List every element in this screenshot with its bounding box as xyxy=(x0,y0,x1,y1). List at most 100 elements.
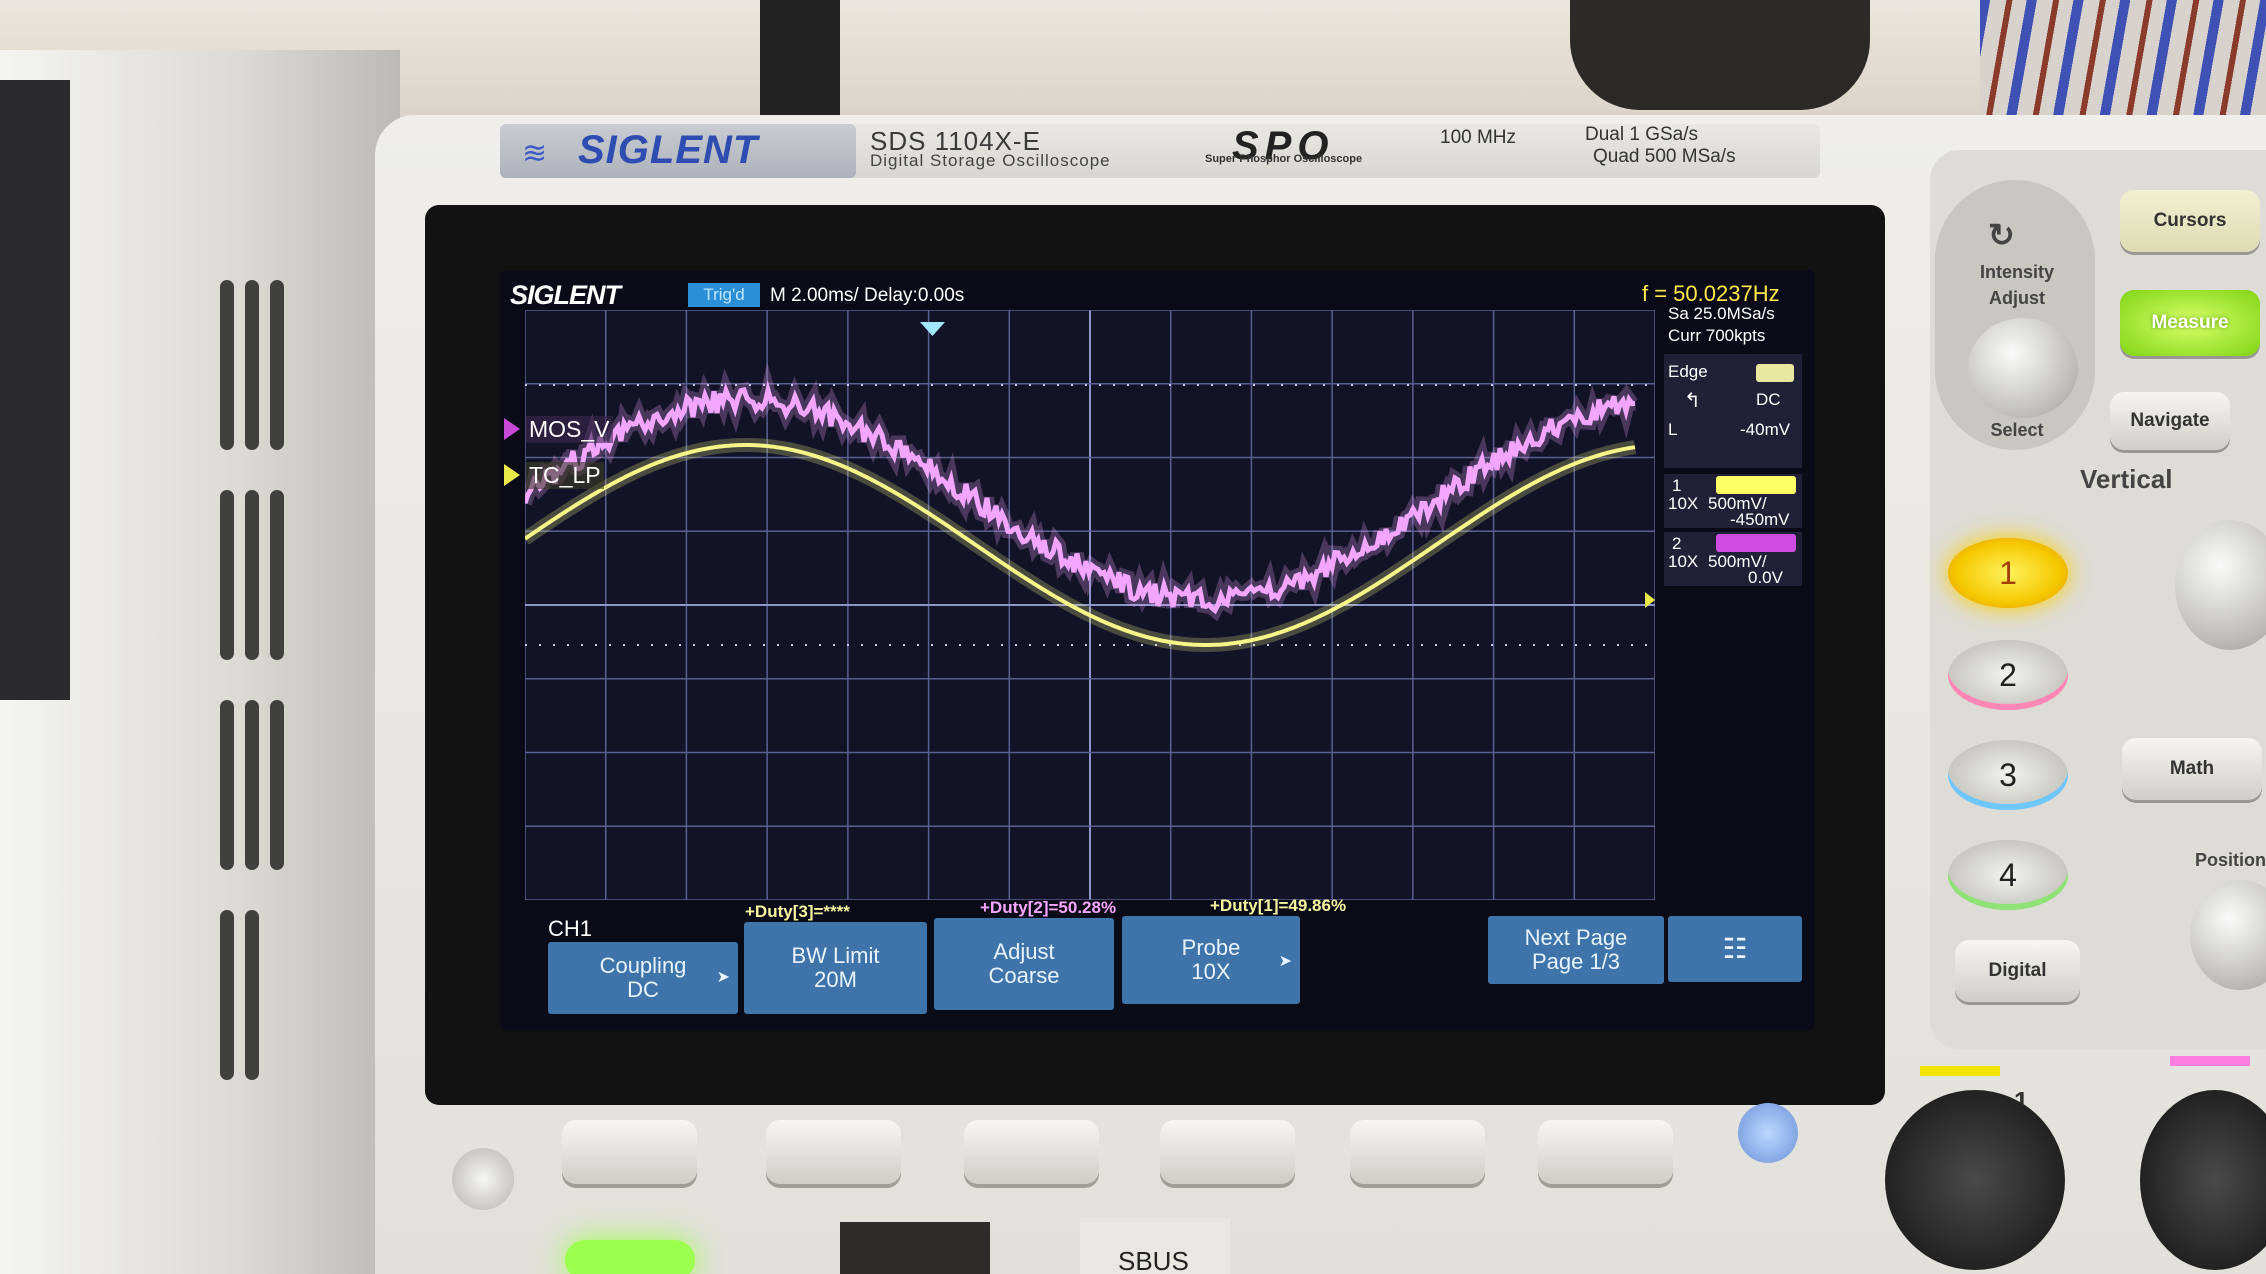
vent-slot xyxy=(220,280,234,450)
duty3-measurement: +Duty[3]=**** xyxy=(745,902,850,922)
rotate-icon: ↻ xyxy=(1988,216,2015,254)
vent-slot xyxy=(220,910,234,1080)
ch1-input-color-bar xyxy=(1920,1066,2000,1076)
measure-button[interactable]: Measure xyxy=(2120,290,2260,356)
memory-depth: Curr 700kpts xyxy=(1668,326,1765,346)
bw-limit-title: BW Limit xyxy=(792,944,880,968)
ch1-bnc-connector[interactable] xyxy=(1885,1090,2065,1270)
power-button[interactable] xyxy=(565,1240,695,1274)
navigate-button[interactable]: Navigate xyxy=(2110,392,2230,450)
bw-limit-menu-button[interactable]: BW Limit 20M xyxy=(744,922,927,1014)
ch1-number: 1 xyxy=(1672,476,1681,496)
sbus-label: SBUS xyxy=(1118,1246,1189,1274)
rear-object xyxy=(1570,0,1870,110)
mos-channel-flag[interactable] xyxy=(504,418,520,440)
ch2-offset: 0.0V xyxy=(1748,568,1783,588)
vent-slot xyxy=(245,700,259,870)
digital-button[interactable]: Digital xyxy=(1955,940,2080,1002)
timebase-readout[interactable]: M 2.00ms/ Delay:0.00s xyxy=(770,285,964,307)
ch2-button[interactable]: 2 xyxy=(1948,640,2068,710)
vent-slot xyxy=(220,490,234,660)
softkey-1[interactable] xyxy=(562,1120,697,1184)
brand-swirl-icon: ≋ xyxy=(522,136,547,171)
ch2-input-color-bar xyxy=(2170,1056,2250,1066)
intensity-knob[interactable] xyxy=(1968,318,2078,418)
duty1-measurement: +Duty[1]=49.86% xyxy=(1210,896,1346,916)
softkey-5[interactable] xyxy=(1350,1120,1485,1184)
trigger-source-swatch xyxy=(1756,364,1794,382)
probe-title: Probe xyxy=(1182,936,1241,960)
waveform-display xyxy=(525,310,1655,900)
softkey-2[interactable] xyxy=(766,1120,901,1184)
next-page-value: Page 1/3 xyxy=(1532,950,1620,974)
trigger-coupling: DC xyxy=(1756,390,1781,410)
ch2-number: 2 xyxy=(1672,534,1681,554)
cables xyxy=(1980,0,2266,120)
trigger-status-badge: Trig'd xyxy=(688,283,760,307)
mos-channel-label[interactable]: MOS_V xyxy=(526,416,613,443)
duty2-measurement: +Duty[2]=50.28% xyxy=(980,898,1116,918)
left-instrument xyxy=(0,50,400,1274)
trigger-info-block[interactable]: Edge ↰ DC L -40mV xyxy=(1664,354,1802,468)
ch2-info-block[interactable]: 2 10X 500mV/ 0.0V xyxy=(1664,532,1802,586)
vent-slot xyxy=(245,280,259,450)
cursors-button[interactable]: Cursors xyxy=(2120,190,2260,252)
adjust-menu-button[interactable]: Adjust Coarse xyxy=(934,918,1114,1010)
softkey-4[interactable] xyxy=(1160,1120,1295,1184)
spec-dual: Dual 1 GSa/s xyxy=(1585,124,1698,146)
scope-screen: SIGLENT Trig'd M 2.00ms/ Delay:0.00s f =… xyxy=(500,270,1815,1030)
spec-quad: Quad 500 MSa/s xyxy=(1593,146,1736,168)
ch2-probe: 10X xyxy=(1668,552,1698,572)
vent-slot xyxy=(245,490,259,660)
photo-stage: ≋ SIGLENT SDS 1104X-E Digital Storage Os… xyxy=(0,0,2266,1274)
menu-channel-label: CH1 xyxy=(548,916,592,942)
softkey-6[interactable] xyxy=(1538,1120,1673,1184)
model-subtitle: Digital Storage Oscilloscope xyxy=(870,151,1111,171)
next-page-title: Next Page xyxy=(1525,926,1628,950)
vent-slot xyxy=(270,700,284,870)
instrument-side xyxy=(0,80,70,700)
position-label: Position xyxy=(2195,850,2266,871)
ch1-info-block[interactable]: 1 10X 500mV/ -450mV xyxy=(1664,474,1802,528)
math-button[interactable]: Math xyxy=(2122,738,2262,800)
brand-logo: SIGLENT xyxy=(578,128,758,173)
probe-menu-button[interactable]: Probe 10X ➤ xyxy=(1122,916,1300,1004)
coupling-title: Coupling xyxy=(600,954,687,978)
ch4-button[interactable]: 4 xyxy=(1948,840,2068,910)
ch1-button[interactable]: 1 xyxy=(1948,538,2068,608)
tc-channel-flag[interactable] xyxy=(504,464,520,486)
vertical-section-label: Vertical xyxy=(2080,464,2173,495)
adjust-label: Adjust xyxy=(1962,288,2072,309)
rising-edge-icon: ↰ xyxy=(1684,388,1701,413)
network-icon: ☷ xyxy=(1722,937,1747,961)
coupling-menu-button[interactable]: Coupling DC ➤ xyxy=(548,942,738,1014)
menu-off-button[interactable] xyxy=(452,1148,514,1210)
select-label: Select xyxy=(1962,420,2072,441)
rotate-icon: ➤ xyxy=(717,966,730,990)
status-bar: SIGLENT Trig'd M 2.00ms/ Delay:0.00s f =… xyxy=(500,274,1815,304)
trigger-level: -40mV xyxy=(1740,420,1790,440)
coupling-value: DC xyxy=(627,978,659,1002)
spo-subtitle: Super Phosphor Oscilloscope xyxy=(1205,153,1362,165)
ch2-swatch xyxy=(1716,534,1796,552)
network-status-button[interactable]: ☷ xyxy=(1668,916,1802,982)
ch1-offset: -450mV xyxy=(1730,510,1790,530)
usb-port[interactable] xyxy=(840,1222,990,1274)
ch1-swatch xyxy=(1716,476,1796,494)
vent-slot xyxy=(220,700,234,870)
ch1-probe: 10X xyxy=(1668,494,1698,514)
vent-slot xyxy=(245,910,259,1080)
tc-channel-label[interactable]: TC_LP xyxy=(526,462,604,489)
rotate-icon: ➤ xyxy=(1279,950,1292,974)
info-panel: Sa 25.0MSa/s Curr 700kpts Edge ↰ DC L -4… xyxy=(1664,304,1802,684)
softkey-3[interactable] xyxy=(964,1120,1099,1184)
universal-knob-button[interactable] xyxy=(1738,1103,1798,1163)
screen-logo: SIGLENT xyxy=(510,280,620,311)
rear-object xyxy=(760,0,840,120)
bandwidth-label: 100 MHz xyxy=(1440,127,1516,149)
sample-rate: Sa 25.0MSa/s xyxy=(1668,304,1775,324)
ch3-button[interactable]: 3 xyxy=(1948,740,2068,810)
next-page-menu-button[interactable]: Next Page Page 1/3 xyxy=(1488,916,1664,984)
adjust-title: Adjust xyxy=(993,940,1054,964)
intensity-label: Intensity xyxy=(1962,262,2072,283)
